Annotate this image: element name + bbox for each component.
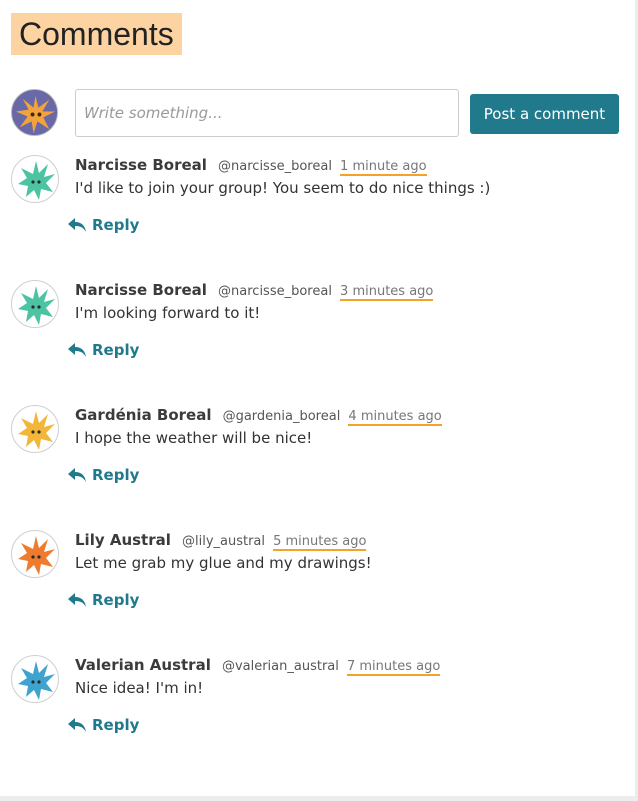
commenter-handle: @narcisse_boreal [218, 284, 332, 299]
page-title: Comments [11, 13, 182, 55]
comment-input[interactable] [75, 89, 459, 137]
commenter-handle: @gardenia_boreal [222, 409, 341, 424]
reply-button[interactable]: Reply [67, 213, 139, 237]
comment-text: I'd like to join your group! You seem to… [75, 179, 491, 197]
comment-text: Let me grab my glue and my drawings! [75, 554, 372, 572]
reply-label: Reply [92, 591, 140, 609]
comment-composer: Post a comment [11, 89, 619, 139]
reply-arrow-icon [68, 218, 86, 232]
commenter-name: Valerian Austral [75, 656, 211, 674]
comment-text: I hope the weather will be nice! [75, 429, 313, 447]
comment-item: Narcisse Boreal @narcisse_boreal 1 minut… [11, 152, 611, 252]
commenter-handle: @narcisse_boreal [218, 159, 332, 174]
commenter-name: Narcisse Boreal [75, 156, 207, 174]
comment-timestamp-link[interactable]: 1 minute ago [340, 159, 427, 176]
comment-item: Lily Austral @lily_austral 5 minutes ago… [11, 527, 611, 627]
reply-button[interactable]: Reply [67, 588, 139, 612]
commenter-avatar [11, 155, 59, 203]
reply-arrow-icon [68, 468, 86, 482]
page-bottom-edge [0, 796, 638, 801]
reply-label: Reply [92, 466, 140, 484]
commenter-avatar [11, 655, 59, 703]
reply-label: Reply [92, 716, 140, 734]
yellow-leaf-creature-icon [18, 411, 55, 450]
comment-timestamp-link[interactable]: 4 minutes ago [348, 409, 442, 426]
comment-text: Nice idea! I'm in! [75, 679, 204, 697]
comment-header: Narcisse Boreal @narcisse_boreal 1 minut… [75, 155, 427, 177]
commenter-avatar [11, 280, 59, 328]
commenter-name: Narcisse Boreal [75, 281, 207, 299]
comments-header: Comments [11, 13, 182, 55]
comment-item: Narcisse Boreal @narcisse_boreal 3 minut… [11, 277, 611, 377]
comment-timestamp-link[interactable]: 5 minutes ago [273, 534, 367, 551]
green-leaf-creature-icon [18, 161, 55, 200]
comment-timestamp-link[interactable]: 7 minutes ago [346, 659, 441, 676]
green-leaf-creature-icon [18, 286, 55, 325]
reply-button[interactable]: Reply [67, 338, 139, 362]
reply-button[interactable]: Reply [67, 463, 139, 487]
commenter-handle: @valerian_austral [221, 659, 339, 674]
blue-leaf-creature-icon [18, 661, 55, 700]
orange-leaf-creature-icon [18, 536, 55, 575]
comment-header: Valerian Austral @valerian_austral 7 min… [75, 655, 441, 677]
post-comment-button[interactable]: Post a comment [470, 94, 619, 134]
current-user-avatar [11, 89, 58, 136]
commenter-avatar [11, 530, 59, 578]
reply-arrow-icon [68, 343, 86, 357]
commenter-name: Lily Austral [75, 531, 171, 549]
purple-leaf-creature-icon [12, 90, 57, 135]
comment-item: Valerian Austral @valerian_austral 7 min… [11, 652, 611, 752]
comment-header: Narcisse Boreal @narcisse_boreal 3 minut… [75, 280, 434, 302]
comment-timestamp-link[interactable]: 3 minutes ago [340, 284, 434, 301]
comment-header: Lily Austral @lily_austral 5 minutes ago [75, 530, 367, 552]
comment-header: Gardénia Boreal @gardenia_boreal 4 minut… [75, 405, 442, 427]
reply-button[interactable]: Reply [67, 713, 139, 737]
commenter-handle: @lily_austral [181, 534, 266, 549]
comment-item: Gardénia Boreal @gardenia_boreal 4 minut… [11, 402, 611, 502]
reply-label: Reply [92, 216, 140, 234]
commenter-avatar [11, 405, 59, 453]
commenter-name: Gardénia Boreal [75, 406, 212, 424]
reply-label: Reply [92, 341, 140, 359]
reply-arrow-icon [68, 718, 86, 732]
comment-text: I'm looking forward to it! [75, 304, 261, 322]
reply-arrow-icon [68, 593, 86, 607]
